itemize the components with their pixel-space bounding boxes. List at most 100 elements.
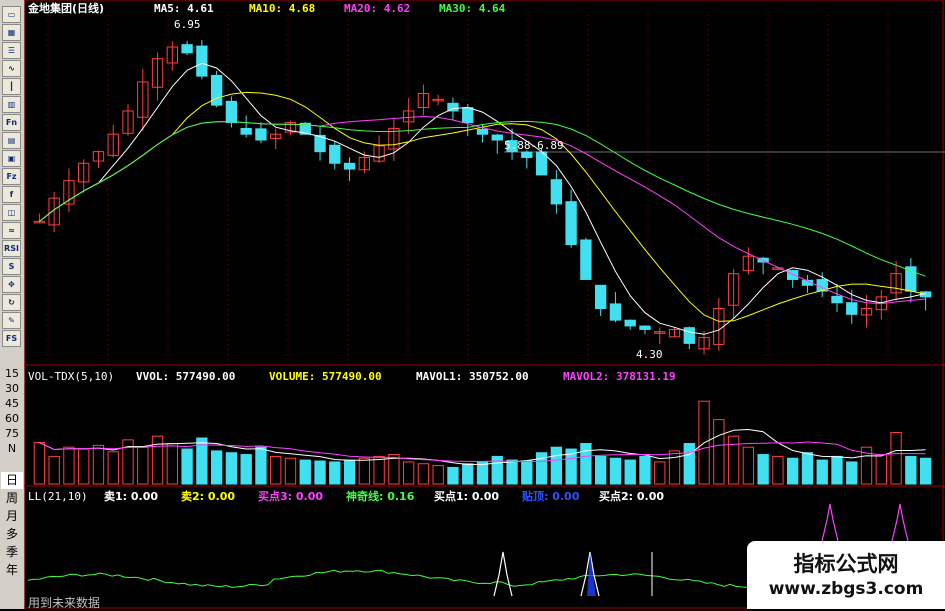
volume-title: VOL-TDX(5,10) <box>28 370 114 383</box>
period-tab[interactable]: 季 <box>1 544 23 561</box>
indicator-value: 买点3: 0.00 <box>258 489 323 503</box>
volume-bar <box>624 459 636 485</box>
indicator-title: LL(21,10) <box>28 490 88 503</box>
period-tab[interactable]: 月 <box>1 508 23 525</box>
ma-label: MA30: 4.64 <box>439 2 506 15</box>
report-icon[interactable]: ◫ <box>2 204 21 221</box>
pencil-icon[interactable]: ✎ <box>2 312 21 329</box>
volume-axis-label: N <box>7 442 17 455</box>
period-tab[interactable]: 周 <box>1 490 23 507</box>
candle-body <box>580 239 592 280</box>
volume-value: VVOL: 577490.00 <box>136 370 235 383</box>
volume-bar <box>151 435 164 485</box>
candle-body <box>240 127 252 135</box>
volume-bar <box>831 455 843 485</box>
indicator-value: 买点2: 0.00 <box>599 489 664 503</box>
volume-bar <box>299 459 311 485</box>
volume-bar <box>580 443 592 485</box>
line-chart-icon[interactable]: ∿ <box>2 60 21 77</box>
volume-bar <box>92 444 105 485</box>
volume-bar <box>358 457 371 485</box>
rsi-icon[interactable]: RSI <box>2 240 21 257</box>
volume-bar <box>846 461 858 485</box>
stock-chart: 6.95 5.88-6.89 4.30 金地集团(日线) MA5: 4.61 MA10: … <box>24 0 945 609</box>
volume-bar <box>801 452 814 485</box>
list-icon[interactable]: ☰ <box>2 42 21 59</box>
wave-icon[interactable]: ≈ <box>2 222 21 239</box>
period-tab[interactable]: 年 <box>1 562 23 579</box>
candle-body <box>181 44 193 54</box>
indicator-value: 卖1: 0.00 <box>104 489 158 503</box>
indicator-value: 买点1: 0.00 <box>434 489 499 503</box>
volume-bar <box>78 448 90 485</box>
fs-icon[interactable]: FS <box>2 330 21 347</box>
volume-bar <box>225 452 238 485</box>
stock-name: 金地集团(日线) <box>27 1 104 15</box>
period-tab[interactable]: 多 <box>1 526 23 543</box>
volume-bar <box>417 463 430 485</box>
volume-bar <box>255 446 267 485</box>
buy-point3-spike <box>821 503 839 542</box>
volume-bar <box>137 446 149 485</box>
bar-chart-icon[interactable]: ▥ <box>2 96 21 113</box>
candle-body <box>521 151 533 158</box>
ma30-line <box>39 120 926 277</box>
volume-bar <box>63 446 75 485</box>
volume-bar <box>521 460 533 485</box>
candle-body <box>594 284 607 310</box>
volume-bar <box>447 466 459 485</box>
s-icon[interactable]: S <box>2 258 21 275</box>
volume-value: MAVOL2: 378131.19 <box>563 370 676 383</box>
volume-bar <box>270 455 282 485</box>
volume-axis-label: 45 <box>5 397 19 410</box>
volume-bar <box>314 460 326 485</box>
candle-body <box>683 327 695 344</box>
volume-axis-label: 30 <box>5 382 19 395</box>
volume-bar <box>240 454 252 485</box>
ma-label: MA10: 4.68 <box>249 2 315 15</box>
candle-body <box>255 128 267 141</box>
window-icon[interactable]: ▭ <box>2 6 21 23</box>
candle-icon[interactable]: ┃ <box>2 78 21 95</box>
move-icon[interactable]: ✥ <box>2 276 21 293</box>
image-icon[interactable]: ▣ <box>2 150 21 167</box>
candle-body <box>196 45 208 77</box>
candle-body <box>462 107 474 124</box>
high-price-label: 6.95 <box>174 18 201 31</box>
volume-bar <box>506 459 518 485</box>
buy-point3-spike <box>891 503 909 542</box>
period-tab[interactable]: 日 <box>1 472 23 489</box>
candle-body <box>639 325 651 330</box>
mid-price-label: 5.88-6.89 <box>504 139 564 152</box>
volume-bar <box>654 461 666 485</box>
volume-bar <box>713 419 725 485</box>
fn-icon[interactable]: Fn <box>2 114 21 131</box>
site-watermark: 指标公式网 www.zbgs3.com <box>747 541 945 609</box>
volume-bar <box>875 454 887 485</box>
volume-bar <box>48 455 60 485</box>
volume-bar <box>742 446 755 485</box>
chart-frame <box>24 0 944 609</box>
ma5-line <box>39 62 926 335</box>
volume-bar <box>816 459 828 485</box>
refresh-icon[interactable]: ↻ <box>2 294 21 311</box>
volume-bar <box>757 454 769 485</box>
indicator-value: 贴顶: 0.00 <box>521 489 580 503</box>
fnz-icon[interactable]: Fz <box>2 168 21 185</box>
volume-bar <box>329 461 341 485</box>
doc-icon[interactable]: ▤ <box>2 132 21 149</box>
candle-body <box>343 162 356 170</box>
candle-body <box>476 128 489 135</box>
volume-bar <box>107 451 119 485</box>
fn-chart-icon[interactable]: f <box>2 186 21 203</box>
volume-bar <box>33 442 46 485</box>
volume-bar <box>919 457 932 485</box>
candle-body <box>225 100 238 124</box>
magic-line <box>27 569 749 588</box>
volume-bar <box>476 461 489 485</box>
ma-label: MA5: 4.61 <box>154 2 214 15</box>
volume-value: MAVOL1: 350752.00 <box>416 370 529 383</box>
grid-icon[interactable]: ▦ <box>2 24 21 41</box>
volume-bar <box>432 465 444 485</box>
candle-body <box>831 295 843 304</box>
